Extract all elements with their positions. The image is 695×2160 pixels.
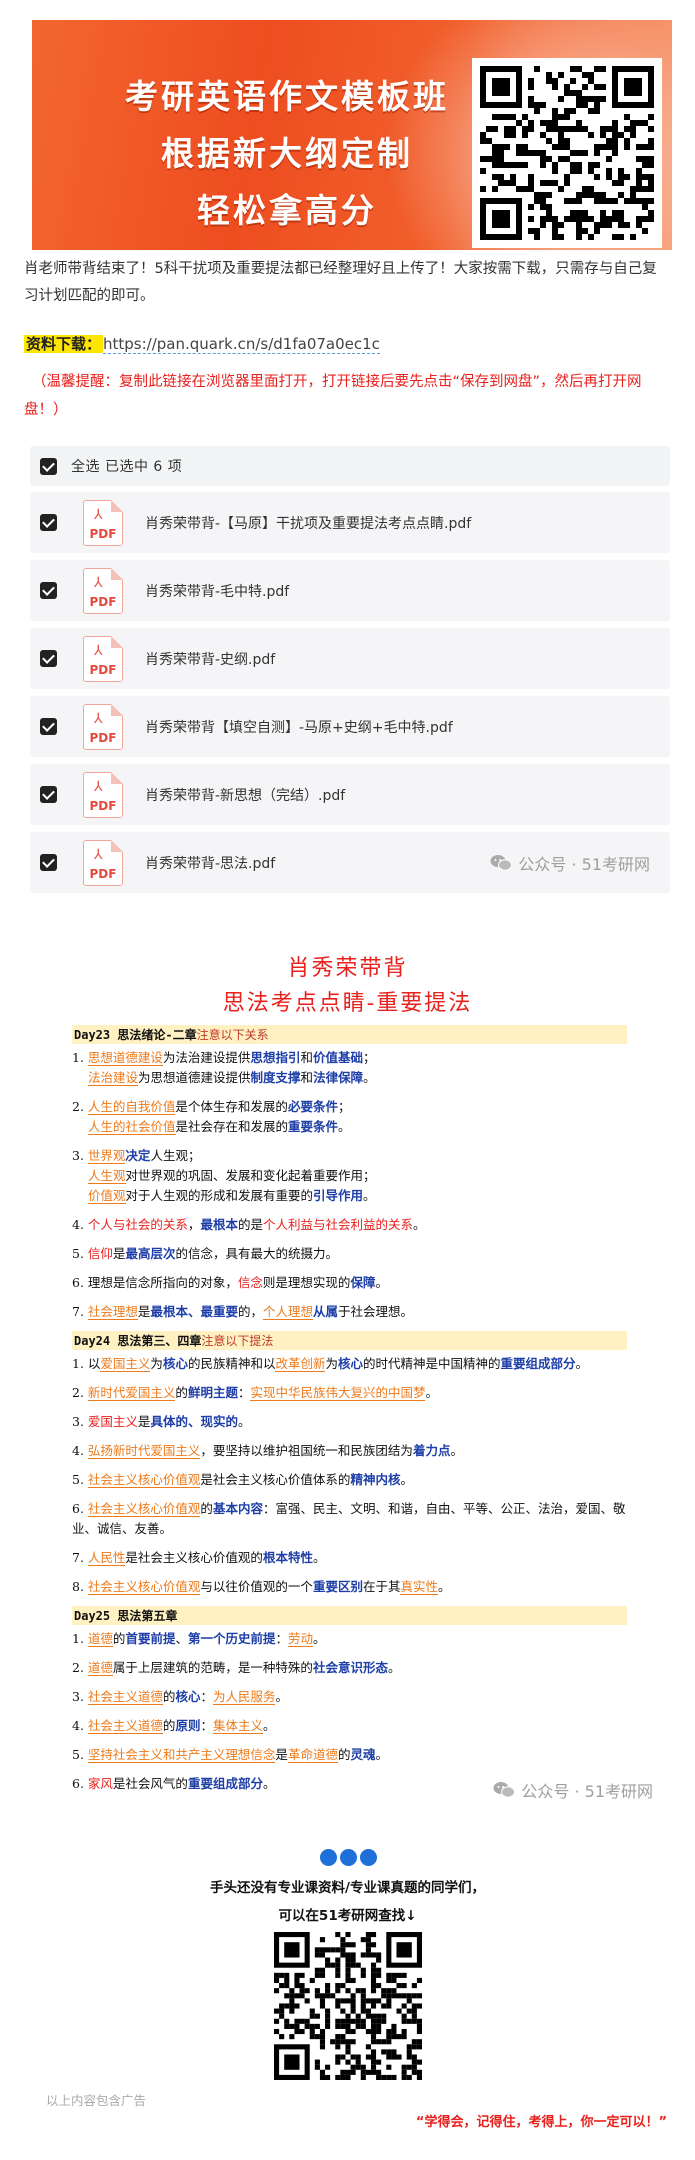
watermark: 公众号 · 51考研网 xyxy=(493,1778,653,1802)
banner-line-2: 根据新大纲定制 xyxy=(161,134,413,173)
list-item: 4. 个人与社会的关系，最根本的是个人利益与社会利益的关系。 xyxy=(72,1217,426,1232)
list-item: 1. 思想道德建设为法治建设提供思想指引和价值基础； 法治建设为思想道德建设提供制… xyxy=(72,1050,376,1086)
intro-text: 肖老师带背结束了！5科干扰项及重要提法都已经整理好且上传了！大家按需下载，只需存… xyxy=(24,261,657,304)
list-item: 6. 社会主义核心价值观的基本内容：富强、民主、文明、和谐，自由、平等、公正、法… xyxy=(72,1501,626,1536)
slogan: “学得会，记得住，考得上，你一定可以！” xyxy=(415,2115,667,2130)
list-item: 3. 世界观决定人生观； 人生观对世界观的巩固、发展和变化起着重要作用； 价值观对于… xyxy=(72,1148,376,1204)
file-name: 肖秀荣带背-思法.pdf xyxy=(145,855,276,872)
list-item: 5. 坚持社会主义和共产主义理想信念是革命道德的灵魂。 xyxy=(72,1747,388,1763)
download-line: 资料下载： https://pan.quark.cn/s/d1fa07a0ec1c xyxy=(24,332,380,356)
file-row[interactable]: ⅄ PDF 肖秀荣带背-【马原】干扰项及重要提法考点点睛.pdf xyxy=(30,492,670,553)
ad-disclaimer: 以上内容包含广告 xyxy=(46,2093,147,2108)
pdf-file-icon: ⅄ PDF xyxy=(83,703,123,750)
day-header: Day25 思法第五章 xyxy=(72,1606,627,1625)
list-item: 5. 信仰是最高层次的信念，具有最大的统摄力。 xyxy=(72,1246,338,1261)
list-item: 7. 人民性是社会主义核心价值观的根本特性。 xyxy=(72,1550,326,1566)
reminder-text: （温馨提醒：复制此链接在浏览器里面打开，打开链接后要先点击“保存到网盘”，然后再… xyxy=(24,374,642,418)
day-header: Day23 思法绪论-二章注意以下关系 xyxy=(72,1025,627,1044)
checkbox-checked-icon[interactable] xyxy=(40,854,57,871)
wechat-icon xyxy=(493,1782,516,1798)
file-name: 肖秀荣带背【填空自测】-马原+史纲+毛中特.pdf xyxy=(145,719,453,736)
file-name: 肖秀荣带背-毛中特.pdf xyxy=(145,583,290,600)
list-item: 2. 新时代爱国主义的鲜明主题：实现中华民族伟大复兴的中国梦。 xyxy=(72,1385,438,1401)
select-all-label: 全选 已选中 6 项 xyxy=(71,459,183,475)
file-name: 肖秀荣带背-新思想（完结）.pdf xyxy=(145,787,346,804)
list-item: 7. 社会理想是最根本、最重要的，个人理想从属于社会理想。 xyxy=(72,1304,414,1320)
banner-line-3: 轻松拿高分 xyxy=(197,191,377,230)
pdf-file-icon: ⅄ PDF xyxy=(83,499,123,546)
pdf-file-icon: ⅄ PDF xyxy=(83,839,123,886)
banner-line-1: 考研英语作文模板班 xyxy=(125,77,449,116)
banner-qr-code xyxy=(472,58,662,248)
list-item: 4. 社会主义道德的原则：集体主义。 xyxy=(72,1718,276,1734)
checkbox-checked-icon[interactable] xyxy=(40,786,57,803)
file-list: 全选 已选中 6 项 ⅄ PDF 肖秀荣带背-【马原】干扰项及重要提法考点点睛.p… xyxy=(30,446,670,900)
list-item: 2. 人生的自我价值是个体生存和发展的必要条件； 人生的社会价值是社会存在和发展的… xyxy=(72,1099,351,1135)
notes-subtitle: 思法考点点睛-重要提法 xyxy=(222,991,473,1016)
list-item: 5. 社会主义核心价值观是社会主义核心价值体系的精神内核。 xyxy=(72,1472,413,1488)
file-name: 肖秀荣带背-【马原】干扰项及重要提法考点点睛.pdf xyxy=(145,515,472,532)
checkbox-checked-icon[interactable] xyxy=(40,650,57,667)
list-item: 6. 理想是信念所指向的对象，信念则是理想实现的保障。 xyxy=(72,1275,388,1290)
select-all-bar[interactable]: 全选 已选中 6 项 xyxy=(30,446,670,486)
file-row[interactable]: ⅄ PDF 肖秀荣带背【填空自测】-马原+史纲+毛中特.pdf xyxy=(30,696,670,757)
pdf-file-icon: ⅄ PDF xyxy=(83,771,123,818)
footer-qr-code xyxy=(270,1928,426,2084)
cta-line-1: 手头还没有专业课资料/专业课真题的同学们， xyxy=(210,1880,485,1896)
watermark: 公众号 · 51考研网 xyxy=(490,851,650,875)
file-row[interactable]: ⅄ PDF 肖秀荣带背-史纲.pdf xyxy=(30,628,670,689)
list-item: 3. 社会主义道德的核心：为人民服务。 xyxy=(72,1689,288,1705)
checkbox-checked-icon[interactable] xyxy=(40,514,57,531)
file-row[interactable]: ⅄ PDF 肖秀荣带背-毛中特.pdf xyxy=(30,560,670,621)
notes-body: Day23 思法绪论-二章注意以下关系 1. 思想道德建设为法治建设提供思想指引… xyxy=(72,1025,627,1803)
file-row[interactable]: ⅄ PDF 肖秀荣带背-思法.pdf 公众号 · 51考研网 xyxy=(30,832,670,893)
file-row[interactable]: ⅄ PDF 肖秀荣带背-新思想（完结）.pdf xyxy=(30,764,670,825)
checkbox-checked-icon[interactable] xyxy=(40,457,57,475)
day-header: Day24 思法第三、四章注意以下提法 xyxy=(72,1331,627,1350)
checkbox-checked-icon[interactable] xyxy=(40,582,57,599)
pdf-file-icon: ⅄ PDF xyxy=(83,567,123,614)
checkbox-checked-icon[interactable] xyxy=(40,718,57,735)
download-label: 资料下载： xyxy=(24,335,104,353)
wechat-icon xyxy=(490,854,513,871)
file-name: 肖秀荣带背-史纲.pdf xyxy=(145,651,276,668)
pdf-file-icon: ⅄ PDF xyxy=(83,635,123,682)
list-item: 4. 弘扬新时代爱国主义，要坚持以维护祖国统一和民族团结为着力点。 xyxy=(72,1443,463,1459)
download-link[interactable]: https://pan.quark.cn/s/d1fa07a0ec1c xyxy=(103,335,380,354)
list-item: 3. 爱国主义是具体的、现实的。 xyxy=(72,1414,251,1429)
list-item: 1. 以爱国主义为核心的民族精神和以改革创新为核心的时代精神是中国精神的重要组成… xyxy=(72,1356,589,1372)
cta-line-2: 可以在51考研网查找↓ xyxy=(278,1908,417,1924)
list-item: 8. 社会主义核心价值观与以往价值观的一个重要区别在于其真实性。 xyxy=(72,1579,451,1595)
list-item: 1. 道德的首要前提、第一个历史前提：劳动。 xyxy=(72,1631,326,1647)
decorative-dots xyxy=(320,1849,380,1866)
list-item: 2. 道德属于上层建筑的范畴，是一种特殊的社会意识形态。 xyxy=(72,1660,401,1676)
promo-banner[interactable]: 考研英语作文模板班 根据新大纲定制 轻松拿高分 xyxy=(32,20,672,250)
notes-title: 肖秀荣带背 xyxy=(287,956,408,981)
